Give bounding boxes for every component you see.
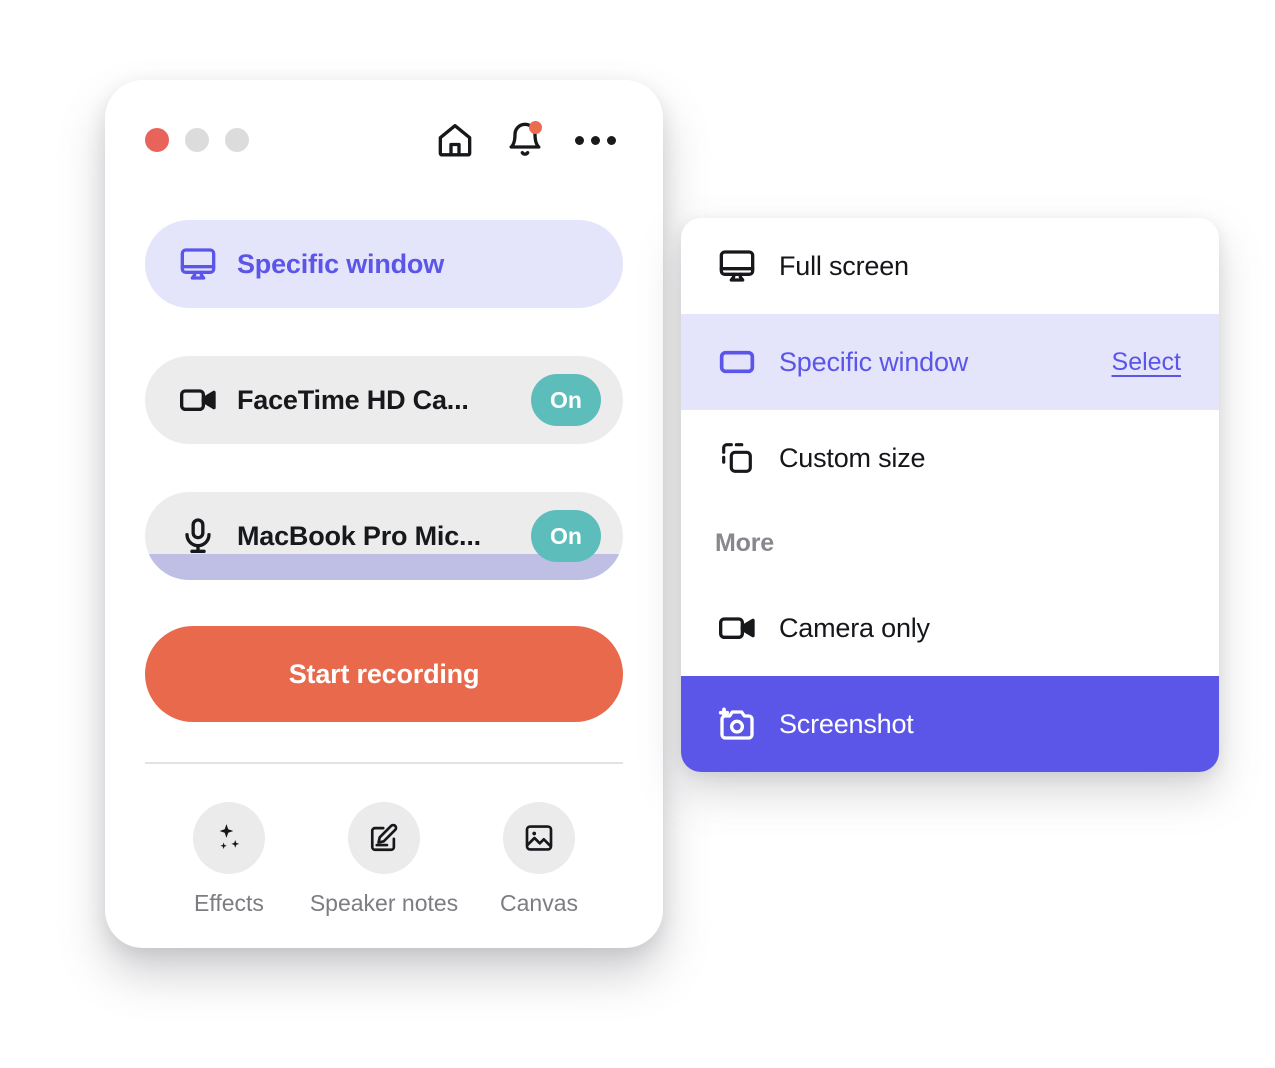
more-menu-button[interactable] — [573, 118, 617, 162]
camera-toggle-on-pill[interactable]: On — [531, 374, 601, 426]
menu-label-specific-window: Specific window — [779, 346, 969, 377]
microphone-toggle-on-pill[interactable]: On — [531, 510, 601, 562]
window-icon — [715, 342, 759, 382]
source-row-list: Specific window FaceTime HD Ca... On Mac… — [145, 220, 623, 628]
menu-label-camera-only: Camera only — [779, 612, 930, 643]
recorder-panel: Specific window FaceTime HD Ca... On Mac… — [105, 80, 663, 948]
tool-label-canvas: Canvas — [500, 890, 578, 916]
traffic-lights — [145, 128, 249, 152]
source-dropdown-menu: Full screen Specific window Select Custo… — [681, 218, 1219, 772]
tool-label-speaker-notes: Speaker notes — [309, 890, 459, 916]
monitor-icon — [715, 246, 759, 286]
home-button[interactable] — [433, 118, 477, 162]
menu-item-specific-window[interactable]: Specific window Select — [681, 314, 1219, 410]
start-recording-button[interactable]: Start recording — [145, 626, 623, 722]
more-horizontal-icon — [574, 135, 616, 145]
footer-toolbar: Effects Speaker notes Canvas — [145, 802, 623, 917]
home-icon — [435, 120, 475, 160]
menu-item-custom-size[interactable]: Custom size — [681, 410, 1219, 506]
window-titlebar — [105, 80, 663, 190]
menu-label-custom-size: Custom size — [779, 442, 926, 473]
microphone-icon — [175, 516, 221, 556]
app-stage: Specific window FaceTime HD Ca... On Mac… — [0, 0, 1275, 1068]
zoom-button[interactable] — [225, 128, 249, 152]
monitor-icon — [175, 244, 221, 284]
notifications-button[interactable] — [503, 118, 547, 162]
menu-item-full-screen[interactable]: Full screen — [681, 218, 1219, 314]
minimize-button[interactable] — [185, 128, 209, 152]
tool-canvas[interactable]: Canvas — [477, 802, 601, 917]
sparkle-icon — [193, 802, 265, 874]
tool-label-effects: Effects — [194, 890, 264, 916]
tool-speaker-notes[interactable]: Speaker notes — [310, 802, 458, 917]
video-camera-icon — [715, 608, 759, 648]
source-label-screen: Specific window — [237, 248, 445, 279]
camera-plus-icon — [715, 704, 759, 744]
copy-icon — [715, 439, 759, 477]
notification-badge-dot — [529, 121, 542, 134]
source-row-microphone[interactable]: MacBook Pro Mic... On — [145, 492, 623, 580]
menu-section-more: More — [715, 528, 774, 557]
footer-divider — [145, 762, 623, 764]
tool-effects[interactable]: Effects — [167, 802, 291, 917]
image-icon — [503, 802, 575, 874]
menu-label-full-screen: Full screen — [779, 250, 909, 281]
start-recording-wrap: Start recording — [145, 626, 623, 722]
menu-item-camera-only[interactable]: Camera only — [681, 580, 1219, 676]
menu-item-screenshot[interactable]: Screenshot — [681, 676, 1219, 772]
close-button[interactable] — [145, 128, 169, 152]
video-camera-icon — [175, 380, 221, 420]
source-row-camera[interactable]: FaceTime HD Ca... On — [145, 356, 623, 444]
titlebar-actions — [433, 118, 617, 162]
edit-square-icon — [348, 802, 420, 874]
source-label-microphone: MacBook Pro Mic... — [237, 520, 481, 551]
source-row-screen[interactable]: Specific window — [145, 220, 623, 308]
select-window-link[interactable]: Select — [1112, 348, 1181, 377]
source-label-camera: FaceTime HD Ca... — [237, 384, 469, 415]
menu-label-screenshot: Screenshot — [779, 708, 914, 739]
